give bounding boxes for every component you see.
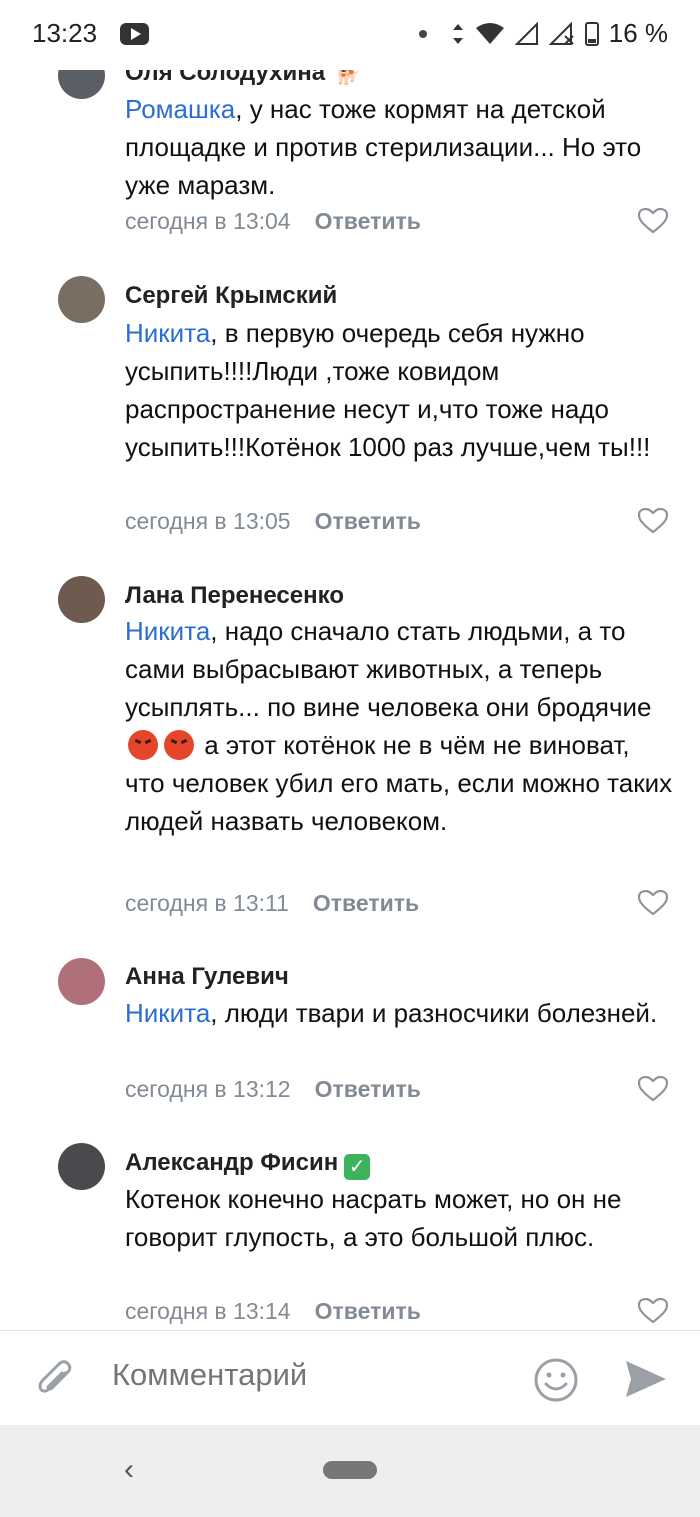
battery-icon	[584, 21, 599, 46]
reply-button[interactable]: Ответить	[315, 208, 421, 234]
like-heart-icon[interactable]	[638, 1298, 668, 1324]
mention-link[interactable]: Никита	[125, 318, 210, 348]
comment-author[interactable]: Сергей Крымский	[125, 282, 337, 310]
back-chevron-icon[interactable]: ‹	[124, 1453, 134, 1487]
avatar[interactable]	[58, 576, 105, 623]
signal-icon	[514, 21, 538, 45]
comment-time: сегодня в 13:12	[125, 1076, 291, 1102]
battery-percent: 16 %	[608, 18, 668, 48]
comment-text: Ромашка, у нас тоже кормят на детской пл…	[125, 90, 675, 204]
data-arrows-icon	[452, 23, 463, 44]
mention-link[interactable]: Ромашка	[125, 94, 235, 124]
comment-author[interactable]: Лана Перенесенко	[125, 582, 344, 610]
like-heart-icon[interactable]	[638, 1076, 668, 1102]
comment-composer	[0, 1330, 700, 1426]
reply-button[interactable]: Ответить	[313, 890, 419, 916]
mention-link[interactable]: Никита	[125, 616, 210, 646]
like-heart-icon[interactable]	[638, 508, 668, 534]
mention-link[interactable]: Никита	[125, 998, 210, 1028]
comment-meta: сегодня в 13:04 Ответить	[125, 208, 421, 235]
comment-time: сегодня в 13:04	[125, 208, 291, 234]
like-heart-icon[interactable]	[638, 890, 668, 916]
comments-list: Оля Солодухина 🐕 Ромашка, у нас тоже кор…	[0, 0, 700, 1330]
reply-button[interactable]: Ответить	[315, 1076, 421, 1102]
home-pill-button[interactable]	[323, 1461, 377, 1479]
comment-meta: сегодня в 13:05 Ответить	[125, 508, 421, 535]
comment-text: Никита, люди твари и разносчики болезней…	[125, 994, 675, 1032]
attach-paperclip-icon[interactable]	[35, 1359, 77, 1403]
reply-button[interactable]: Ответить	[315, 508, 421, 534]
status-time: 13:23	[32, 18, 98, 48]
comment-input[interactable]	[112, 1357, 502, 1393]
comment-meta: сегодня в 13:12 Ответить	[125, 1076, 421, 1103]
comment-body-continued: а этот котёнок не в чём не виноват, что …	[125, 730, 673, 836]
send-icon[interactable]	[624, 1359, 668, 1399]
author-name: Александр Фисин	[125, 1149, 339, 1176]
comment-author[interactable]: Александр Фисин ✓	[125, 1149, 371, 1180]
angry-emoji-icon	[164, 730, 194, 760]
comment-time: сегодня в 13:14	[125, 1298, 291, 1324]
system-navigation-bar: ‹	[0, 1425, 700, 1517]
avatar[interactable]	[58, 958, 105, 1005]
status-bar: 13:23 16 %	[0, 0, 700, 70]
signal-no-service-icon	[548, 21, 574, 45]
comment-text: Никита, надо сначало стать людьми, а то …	[125, 612, 675, 840]
emoji-smile-icon[interactable]	[533, 1357, 579, 1403]
reply-button[interactable]: Ответить	[315, 1298, 421, 1324]
avatar[interactable]	[58, 276, 105, 323]
youtube-notification-icon	[120, 23, 149, 45]
avatar[interactable]	[58, 1143, 105, 1190]
comment-body: , люди твари и разносчики болезней.	[210, 998, 658, 1028]
comment-text: Никита, в первую очередь себя нужно усып…	[125, 314, 675, 466]
comment-meta: сегодня в 13:14 Ответить	[125, 1298, 421, 1325]
verified-check-icon: ✓	[344, 1154, 371, 1180]
status-icons: 16 %	[418, 18, 668, 49]
comment-meta: сегодня в 13:11 Ответить	[125, 890, 419, 917]
like-heart-icon[interactable]	[638, 208, 668, 234]
notification-dot-icon	[418, 29, 427, 38]
wifi-icon	[475, 22, 504, 44]
comment-time: сегодня в 13:05	[125, 508, 291, 534]
comment-author[interactable]: Анна Гулевич	[125, 963, 289, 991]
comment-time: сегодня в 13:11	[125, 890, 289, 916]
angry-emoji-icon	[128, 730, 158, 760]
comment-text: Котенок конечно насрать может, но он не …	[125, 1184, 622, 1252]
